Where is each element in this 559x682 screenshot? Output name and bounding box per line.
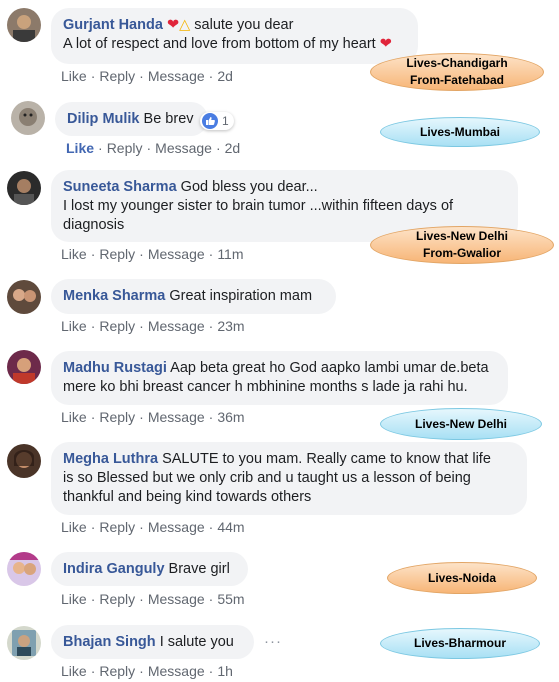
reply-link[interactable]: Reply [99,318,135,334]
like-link[interactable]: Like [61,246,87,262]
message-link[interactable]: Message [155,140,212,156]
reply-link[interactable]: Reply [99,663,135,679]
timestamp[interactable]: 2d [225,140,241,156]
timestamp[interactable]: 1h [217,663,233,679]
comment-text: Great inspiration mam [169,288,313,304]
more-options-icon[interactable]: ··· [264,633,282,650]
location-tag: Lives-Chandigarh From-Fatehabad [370,53,544,91]
location-tag: Lives-New Delhi [380,408,542,440]
commenter-name[interactable]: Megha Luthra [63,451,158,467]
like-link[interactable]: Like [61,663,87,679]
comment-text: is so Blessed but we only crib and u tau… [63,470,471,486]
avatar[interactable] [7,444,41,478]
comment-actions: Like · Reply · Message · 55m [61,591,245,607]
comment-text: Brave girl [168,561,230,577]
like-link[interactable]: Like [66,140,94,156]
praying-hands-icon: △ [179,17,191,33]
thumbs-up-icon [202,113,218,129]
commenter-name[interactable]: Bhajan Singh [63,634,156,650]
comment-text: Aap beta great ho God aapko lambi umar d… [170,360,489,376]
comment-actions: Like · Reply · Message · 2d [61,68,233,84]
comment-actions: Like · Reply · Message · 1h [61,663,233,679]
reply-link[interactable]: Reply [99,409,135,425]
comment-text: thankful and being kind towards others [63,489,312,505]
avatar[interactable] [7,280,41,314]
like-link[interactable]: Like [61,591,87,607]
commenter-name[interactable]: Suneeta Sharma [63,179,177,195]
comment-text: diagnosis [63,217,125,233]
avatar[interactable] [7,171,41,205]
like-link[interactable]: Like [61,68,87,84]
comment-text: A lot of respect and love from bottom of… [63,36,380,52]
message-link[interactable]: Message [148,318,205,334]
heart-icon: ❤ [379,36,392,52]
reply-link[interactable]: Reply [99,246,135,262]
timestamp[interactable]: 44m [217,519,244,535]
comment-actions: Like · Reply · Message · 23m [61,318,245,334]
avatar[interactable] [7,552,41,586]
reply-link[interactable]: Reply [99,591,135,607]
location-tag: Lives-New Delhi From-Gwalior [370,226,554,264]
comment-actions: Like · Reply · Message · 11m [61,246,244,262]
comment-text: I salute you [159,634,234,650]
reaction-count[interactable]: 1 [200,112,234,130]
comment-bubble: Gurjant Handa ❤△ salute you dear A lot o… [51,8,418,64]
comment-actions: Like · Reply · Message · 2d [66,140,241,156]
comment-bubble: Indira Ganguly Brave girl [51,552,248,586]
timestamp[interactable]: 36m [217,409,244,425]
comment-bubble: Menka Sharma Great inspiration mam [51,279,336,314]
message-link[interactable]: Message [148,409,205,425]
comment-text: SALUTE to you mam. Really came to know t… [162,451,491,467]
comment-bubble: Madhu Rustagi Aap beta great ho God aapk… [51,351,508,405]
message-link[interactable]: Message [148,68,205,84]
commenter-name[interactable]: Madhu Rustagi [63,360,167,376]
avatar[interactable] [7,8,41,42]
avatar[interactable] [7,350,41,384]
timestamp[interactable]: 11m [217,246,243,262]
message-link[interactable]: Message [148,519,205,535]
reply-link[interactable]: Reply [99,68,135,84]
timestamp[interactable]: 23m [217,318,244,334]
comment-bubble: Megha Luthra SALUTE to you mam. Really c… [51,442,527,515]
comment-text: God bless you dear... [180,179,318,195]
avatar[interactable] [7,626,41,660]
avatar[interactable] [11,101,45,135]
comment-text: salute you dear [190,17,294,33]
heart-icon: ❤ [166,17,180,33]
message-link[interactable]: Message [148,246,205,262]
location-tag: Lives-Mumbai [380,117,540,147]
like-link[interactable]: Like [61,409,87,425]
reply-link[interactable]: Reply [99,519,135,535]
commenter-name[interactable]: Menka Sharma [63,288,165,304]
comment-bubble: Bhajan Singh I salute you [51,625,254,659]
commenter-name[interactable]: Dilip Mulik [67,111,140,127]
comment-bubble: Dilip Mulik Be brev [55,102,208,136]
comment-actions: Like · Reply · Message · 36m [61,409,245,425]
timestamp[interactable]: 55m [217,591,244,607]
comment-actions: Like · Reply · Message · 44m [61,519,245,535]
location-tag: Lives-Bharmour [380,628,540,659]
like-link[interactable]: Like [61,519,87,535]
reply-link[interactable]: Reply [107,140,143,156]
message-link[interactable]: Message [148,591,205,607]
timestamp[interactable]: 2d [217,68,233,84]
commenter-name[interactable]: Gurjant Handa [63,17,163,33]
comment-text: I lost my younger sister to brain tumor … [63,198,454,214]
comment-text: Be brev [143,111,194,127]
location-tag: Lives-Noida [387,562,537,594]
comment-text: mere ko bhi breast cancer h mbhinine mon… [63,379,468,395]
message-link[interactable]: Message [148,663,205,679]
commenter-name[interactable]: Indira Ganguly [63,561,165,577]
like-link[interactable]: Like [61,318,87,334]
